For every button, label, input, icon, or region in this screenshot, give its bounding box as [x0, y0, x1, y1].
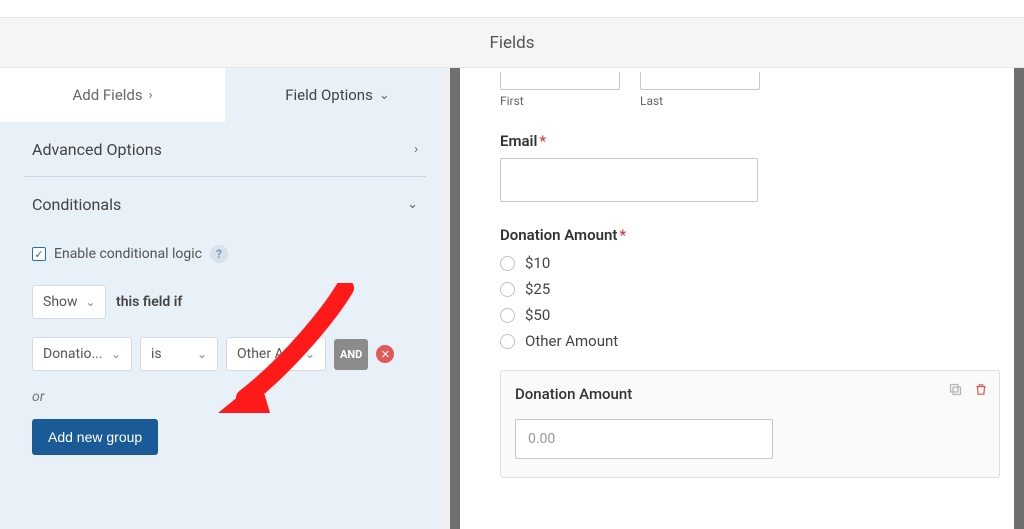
radio-icon — [500, 256, 515, 271]
accordion-conditionals[interactable]: Conditionals ⌄ — [24, 177, 426, 231]
enable-conditional-label: Enable conditional logic — [54, 246, 202, 262]
chevron-right-icon: › — [414, 142, 418, 157]
chevron-down-icon: ⌄ — [111, 347, 121, 361]
first-name-input[interactable] — [500, 72, 620, 90]
donation-option-25[interactable]: $25 — [500, 280, 1000, 298]
duplicate-icon[interactable] — [947, 381, 963, 397]
first-name-sublabel: First — [500, 90, 620, 108]
rule-operator-select[interactable]: is ⌄ — [140, 337, 218, 371]
radio-icon — [500, 282, 515, 297]
radio-icon — [500, 308, 515, 323]
sidebar-scrollbar[interactable] — [442, 68, 450, 529]
right-edge — [1014, 68, 1024, 529]
help-icon[interactable]: ? — [210, 245, 228, 263]
tab-field-options-label: Field Options — [285, 86, 373, 104]
form-preview: First Last Email * Donat — [500, 68, 1000, 529]
donation-option-label: Other Amount — [525, 332, 618, 350]
email-input[interactable] — [500, 158, 758, 202]
rule-or-label: or — [32, 385, 418, 419]
tab-field-options[interactable]: Field Options ⌄ — [225, 68, 450, 122]
last-name-sublabel: Last — [640, 90, 760, 108]
rule-and-button[interactable]: AND — [334, 339, 368, 370]
conditional-field-if-text: this field if — [116, 294, 182, 310]
rule-value-value: Other A... — [237, 346, 295, 362]
panel-title: Fields — [489, 33, 534, 53]
add-new-group-label: Add new group — [48, 429, 142, 445]
last-name-input[interactable] — [640, 72, 760, 90]
accordion-conditionals-label: Conditionals — [32, 195, 121, 214]
chevron-down-icon: ⌄ — [407, 197, 418, 212]
radio-icon — [500, 334, 515, 349]
conditional-action-select[interactable]: Show ⌄ — [32, 285, 106, 319]
donation-option-label: $50 — [525, 306, 550, 324]
pane-divider[interactable] — [450, 68, 460, 529]
tab-add-fields[interactable]: Add Fields › — [0, 68, 225, 122]
chevron-down-icon: ⌄ — [197, 347, 207, 361]
chevron-down-icon: ⌄ — [305, 347, 315, 361]
donation-number-placeholder: 0.00 — [528, 431, 555, 447]
donation-option-10[interactable]: $10 — [500, 254, 1000, 272]
email-label: Email — [500, 132, 537, 150]
rule-field-value: Donatio... — [43, 346, 103, 362]
rule-field-select[interactable]: Donatio... ⌄ — [32, 337, 132, 371]
add-new-group-button[interactable]: Add new group — [32, 419, 158, 455]
selected-field-label: Donation Amount — [515, 385, 632, 403]
donation-option-other[interactable]: Other Amount — [500, 332, 1000, 350]
accordion-advanced-label: Advanced Options — [32, 140, 162, 159]
required-mark: * — [539, 132, 546, 150]
chevron-right-icon: › — [149, 88, 153, 103]
preview-gutter — [460, 68, 500, 529]
selected-field-card[interactable]: Donation Amount 0.00 — [500, 370, 1000, 478]
panel-header: Fields — [0, 18, 1024, 68]
rule-delete-button[interactable]: ✕ — [376, 345, 394, 363]
close-icon: ✕ — [381, 348, 390, 361]
accordion-advanced-options[interactable]: Advanced Options › — [24, 122, 426, 176]
trash-icon[interactable] — [973, 381, 989, 397]
rule-value-select[interactable]: Other A... ⌄ — [226, 337, 326, 371]
donation-number-input[interactable]: 0.00 — [515, 419, 773, 459]
donation-option-label: $25 — [525, 280, 550, 298]
conditional-action-value: Show — [43, 294, 78, 310]
chevron-down-icon: ⌄ — [86, 295, 96, 309]
donation-amount-label: Donation Amount — [500, 226, 617, 244]
tab-add-fields-label: Add Fields — [72, 86, 142, 104]
preview-right-fill — [1000, 68, 1014, 529]
chevron-down-icon: ⌄ — [379, 88, 390, 103]
enable-conditional-checkbox[interactable]: ✓ — [32, 247, 46, 261]
topbar-strip — [0, 0, 1024, 18]
sidebar: Add Fields › Field Options ⌄ Advanced Op… — [0, 68, 450, 529]
rule-operator-value: is — [151, 346, 162, 362]
donation-option-label: $10 — [525, 254, 550, 272]
required-mark: * — [619, 226, 626, 244]
donation-option-50[interactable]: $50 — [500, 306, 1000, 324]
